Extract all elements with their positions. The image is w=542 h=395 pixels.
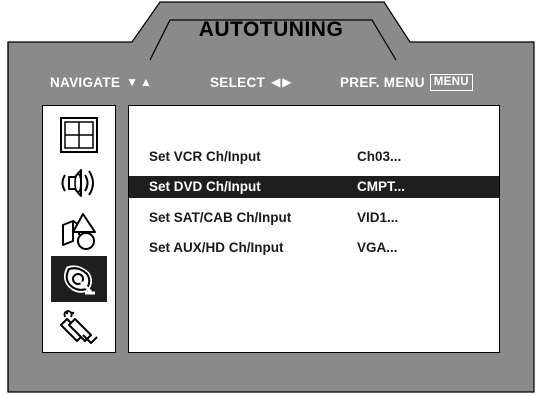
sidebar-item-shapes[interactable] [51,208,107,254]
row-label: Set SAT/CAB Ch/Input [149,210,292,225]
shapes-icon [62,213,96,250]
sidebar-item-setup[interactable] [51,256,107,302]
list-item-sat-cab[interactable]: Set SAT/CAB Ch/Input VID1... [129,207,499,229]
select-label: SELECT [210,74,266,90]
navigate-label: NAVIGATE [50,74,121,90]
sidebar-item-picture[interactable] [51,112,107,158]
list-item-dvd[interactable]: Set DVD Ch/Input CMPT... [129,176,499,198]
left-right-arrows-icon: ◀▶ [271,75,294,89]
picture-grid-icon [60,117,98,153]
row-value: VID1... [357,210,399,225]
menu-title: AUTOTUNING [198,18,344,41]
row-value: VGA... [357,240,398,255]
sidebar-item-connections[interactable] [51,304,107,350]
plug-cable-icon [60,310,98,345]
row-value: CMPT... [357,179,406,194]
pref-menu-label: PREF. MENU [340,74,425,90]
autotuning-list: Set VCR Ch/Input Ch03... Set DVD Ch/Inpu… [128,105,500,353]
navigate-hint: NAVIGATE ▼▲ [50,71,154,93]
row-label: Set VCR Ch/Input [149,149,261,164]
list-item-aux-hd[interactable]: Set AUX/HD Ch/Input VGA... [129,237,499,259]
satellite-dish-icon [63,265,95,295]
row-label: Set AUX/HD Ch/Input [149,240,284,255]
row-value: Ch03... [357,149,402,164]
pref-menu-hint: PREF. MENU MENU [340,71,473,93]
row-label: Set DVD Ch/Input [149,179,261,194]
up-down-arrows-icon: ▼▲ [126,75,154,89]
sidebar-item-sound[interactable] [51,160,107,206]
menu-key-badge: MENU [429,73,473,91]
category-sidebar [42,105,116,353]
list-item-vcr[interactable]: Set VCR Ch/Input Ch03... [129,146,499,168]
speaker-sound-icon [61,169,94,197]
select-hint: SELECT ◀▶ [210,71,294,93]
